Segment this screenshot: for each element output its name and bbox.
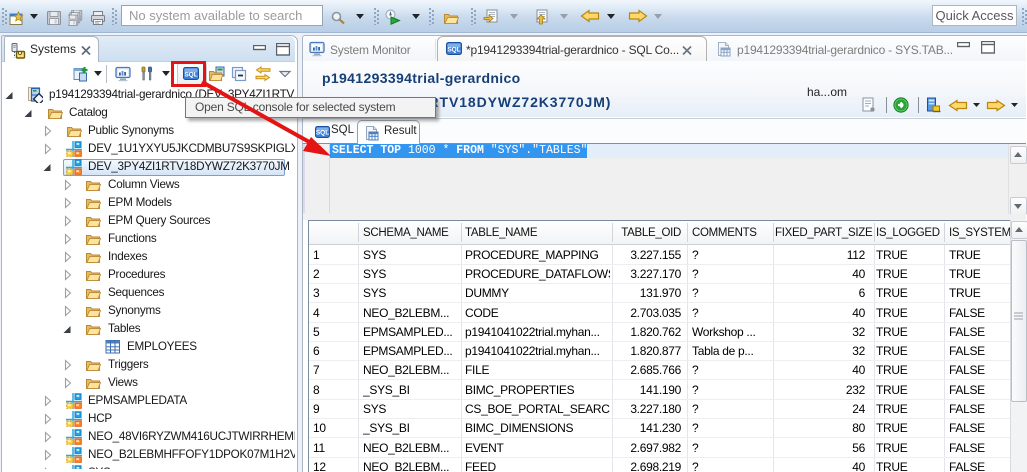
svg-text:SQL: SQL bbox=[316, 130, 329, 137]
svg-text:SQL: SQL bbox=[447, 47, 460, 54]
